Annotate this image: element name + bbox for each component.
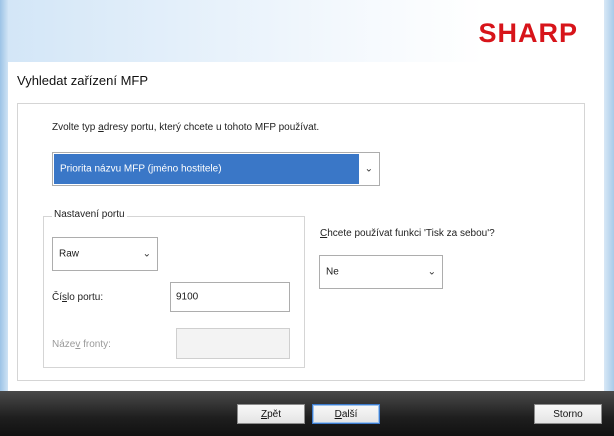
window-frame-left	[0, 0, 8, 436]
chevron-down-icon[interactable]: ⌄	[428, 267, 436, 278]
cancel-button[interactable]: Storno	[534, 404, 602, 424]
tandem-print-value: Ne	[326, 266, 339, 278]
queue-name-input	[176, 328, 290, 359]
queue-name-label: Název fronty:	[52, 339, 111, 350]
sharp-logo: SHARP	[478, 18, 578, 48]
port-number-label-post: lo portu:	[67, 292, 104, 303]
bottom-button-bar	[0, 391, 614, 436]
port-number-input[interactable]: 9100	[170, 282, 290, 312]
port-protocol-select[interactable]: Raw ⌄	[52, 237, 158, 271]
port-number-label-pre: Čí	[52, 292, 62, 303]
port-number-value: 9100	[176, 291, 199, 303]
tandem-print-label: Chcete používat funkci 'Tisk za sebou'?	[320, 228, 495, 239]
chevron-down-icon[interactable]: ⌄	[143, 249, 151, 260]
tandem-print-select[interactable]: Ne ⌄	[319, 255, 443, 289]
next-button[interactable]: Další	[312, 404, 380, 424]
address-type-select[interactable]: Priorita názvu MFP (jméno hostitele) ⌄	[52, 152, 380, 186]
instruction-post: dresy portu, který chcete u tohoto MFP p…	[103, 122, 320, 133]
window-frame-right	[604, 0, 614, 436]
port-settings-label: Nastavení portu	[52, 209, 127, 220]
back-button[interactable]: Zpět	[237, 404, 305, 424]
port-number-label: Číslo portu:	[52, 292, 103, 303]
port-protocol-value: Raw	[59, 248, 80, 260]
instruction-pre: Zvolte typ	[52, 122, 99, 133]
queue-name-label-pre: Náze	[52, 339, 76, 350]
page-title: Vyhledat zařízení MFP	[17, 73, 149, 88]
next-accel: D	[334, 408, 342, 420]
chevron-down-icon[interactable]: ⌄	[365, 164, 373, 175]
back-label: pět	[267, 408, 281, 420]
queue-name-label-post: fronty:	[80, 339, 111, 350]
address-type-value: Priorita názvu MFP (jméno hostitele)	[60, 163, 222, 175]
header-band: SHARP	[8, 0, 604, 62]
instruction-text: Zvolte typ adresy portu, který chcete u …	[52, 122, 319, 133]
next-label: alší	[341, 408, 358, 420]
tandem-label-post: hcete používat funkci 'Tisk za sebou'?	[327, 228, 495, 239]
